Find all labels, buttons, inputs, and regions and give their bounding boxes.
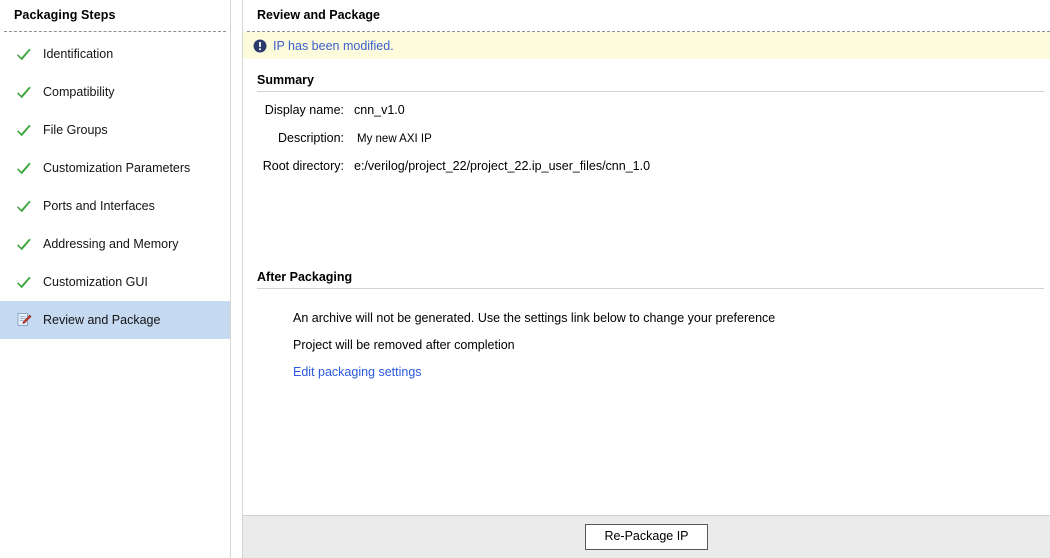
- sidebar-item-label: Review and Package: [43, 313, 161, 327]
- packaging-steps-sidebar: Packaging Steps Identification Compatibi…: [0, 0, 231, 558]
- summary-label: Root directory:: [262, 159, 344, 173]
- info-icon: [253, 39, 267, 53]
- sidebar-item-file-groups[interactable]: File Groups: [0, 111, 230, 149]
- check-icon: [14, 196, 34, 216]
- summary-value: cnn_v1.0: [354, 103, 405, 117]
- sidebar-item-label: Identification: [43, 47, 114, 61]
- sidebar-item-label: Customization GUI: [43, 275, 148, 289]
- after-packaging-section: After Packaging An archive will not be g…: [243, 187, 1045, 385]
- sidebar-item-label: Customization Parameters: [43, 161, 191, 175]
- summary-label: Display name:: [264, 103, 344, 117]
- sidebar-item-ports-and-interfaces[interactable]: Ports and Interfaces: [0, 187, 230, 225]
- summary-label: Description:: [278, 131, 344, 145]
- summary-value: My new AXI IP: [357, 133, 432, 145]
- after-packaging-line: An archive will not be generated. Use th…: [293, 310, 776, 325]
- panel-splitter[interactable]: [231, 0, 243, 558]
- after-packaging-line: Project will be removed after completion: [293, 337, 515, 352]
- summary-section: Summary Display name: cnn_v1.0 Descripti…: [243, 59, 1045, 187]
- check-icon: [14, 234, 34, 254]
- check-icon: [14, 272, 34, 292]
- check-icon: [14, 158, 34, 178]
- check-icon: [14, 44, 34, 64]
- check-icon: [14, 120, 34, 140]
- re-package-ip-button[interactable]: Re-Package IP: [585, 524, 708, 550]
- sidebar-item-review-and-package[interactable]: Review and Package: [0, 301, 230, 339]
- edit-packaging-settings-link[interactable]: Edit packaging settings: [293, 365, 422, 379]
- sidebar-item-compatibility[interactable]: Compatibility: [0, 73, 230, 111]
- check-icon: [14, 82, 34, 102]
- sidebar-item-customization-gui[interactable]: Customization GUI: [0, 263, 230, 301]
- page-title: Review and Package: [257, 8, 380, 22]
- summary-row-display-name: Display name: cnn_v1.0: [257, 103, 1045, 131]
- sidebar-title: Packaging Steps: [14, 8, 116, 22]
- edit-document-icon: [14, 310, 34, 330]
- panel-footer: Re-Package IP: [243, 515, 1050, 558]
- status-banner-text: IP has been modified.: [273, 38, 394, 53]
- review-and-package-panel: Review and Package IP has been modified.…: [243, 0, 1050, 558]
- edit-packaging-settings-row: Edit packaging settings: [257, 358, 1045, 385]
- summary-value: e:/verilog/project_22/project_22.ip_user…: [354, 159, 651, 173]
- sidebar-item-label: Addressing and Memory: [43, 237, 179, 251]
- summary-row-root-directory: Root directory: e:/verilog/project_22/pr…: [257, 159, 1045, 187]
- panel-content: Summary Display name: cnn_v1.0 Descripti…: [243, 59, 1050, 515]
- sidebar-item-label: Ports and Interfaces: [43, 199, 155, 213]
- sidebar-item-label: File Groups: [43, 123, 108, 137]
- sidebar-item-label: Compatibility: [43, 85, 115, 99]
- after-packaging-heading: After Packaging: [257, 270, 353, 284]
- after-packaging-rows: An archive will not be generated. Use th…: [257, 289, 1045, 385]
- summary-rows: Display name: cnn_v1.0 Description: My n…: [257, 92, 1045, 187]
- ip-packager-window: Packaging Steps Identification Compatibi…: [0, 0, 1050, 558]
- summary-row-description: Description: My new AXI IP: [257, 131, 1045, 159]
- packaging-steps-list: Identification Compatibility File Groups: [0, 32, 230, 339]
- sidebar-item-customization-parameters[interactable]: Customization Parameters: [0, 149, 230, 187]
- status-banner: IP has been modified.: [243, 32, 1050, 59]
- sidebar-item-identification[interactable]: Identification: [0, 35, 230, 73]
- summary-heading: Summary: [257, 73, 314, 87]
- sidebar-item-addressing-and-memory[interactable]: Addressing and Memory: [0, 225, 230, 263]
